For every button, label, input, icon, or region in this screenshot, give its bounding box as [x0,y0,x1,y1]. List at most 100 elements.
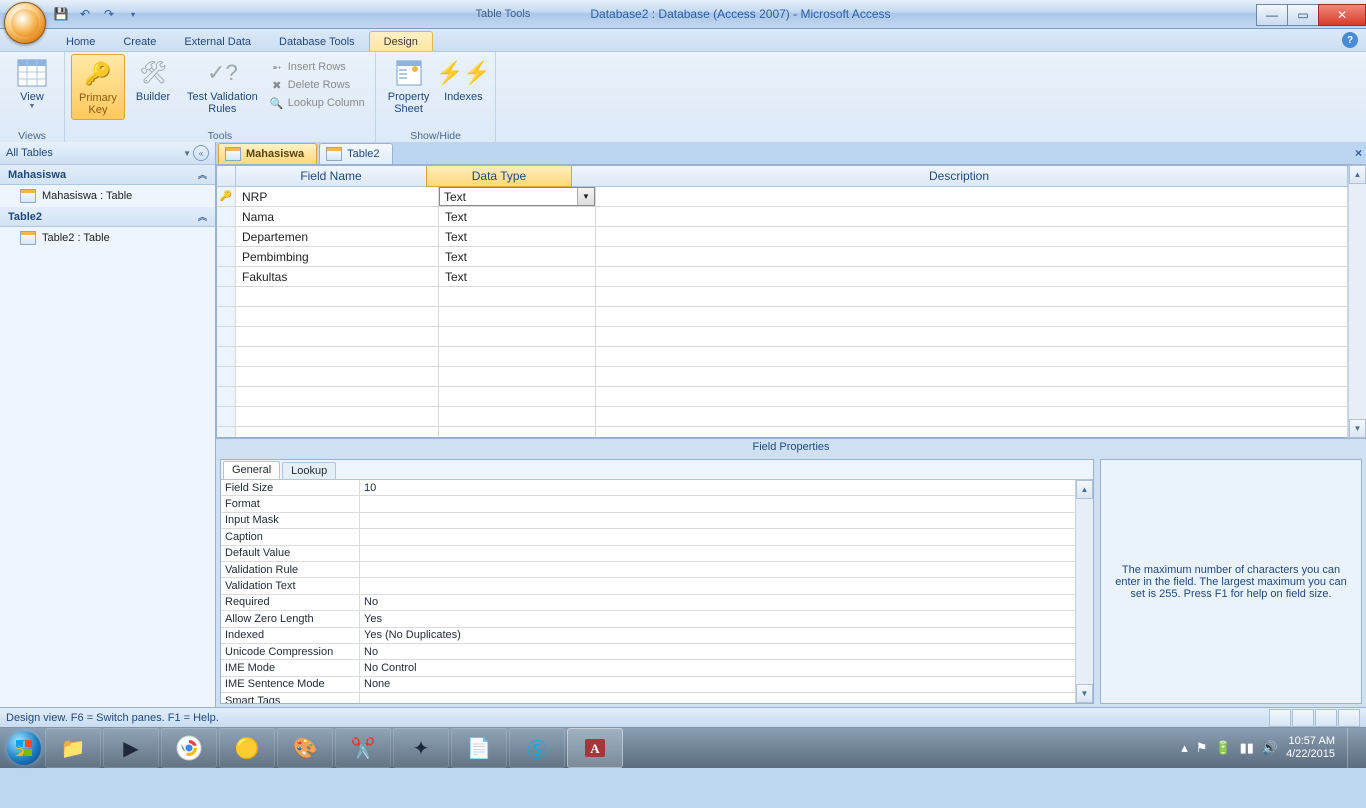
cell-description[interactable] [596,367,1348,386]
cell-data-type[interactable] [439,347,596,366]
row-selector[interactable] [217,287,236,306]
start-button[interactable] [4,728,44,768]
fp-value[interactable] [360,578,1075,593]
nav-item[interactable]: Mahasiswa : Table [0,185,215,207]
fp-row[interactable]: Validation Text [221,578,1075,594]
test-validation-button[interactable]: ✓? Test Validation Rules [181,54,264,118]
grid-row[interactable] [217,307,1348,327]
taskbar-wmp[interactable]: ▶ [103,728,159,768]
col-data-type[interactable]: Data Type [426,165,572,187]
nav-item[interactable]: Table2 : Table [0,227,215,249]
cell-description[interactable] [596,227,1348,246]
delete-rows-button[interactable]: ✖Delete Rows [266,76,369,94]
row-selector[interactable] [217,267,236,286]
fp-value[interactable] [360,529,1075,544]
fp-row[interactable]: Format [221,496,1075,512]
builder-button[interactable]: 🛠 Builder [127,54,179,106]
cell-field-name[interactable] [236,327,439,346]
row-selector[interactable] [217,207,236,226]
view-design-button[interactable] [1338,709,1360,727]
grid-row[interactable] [217,367,1348,387]
taskbar-snip[interactable]: ✂️ [335,728,391,768]
tab-database-tools[interactable]: Database Tools [265,32,369,51]
fp-row[interactable]: IME Sentence ModeNone [221,677,1075,693]
tab-create[interactable]: Create [109,32,170,51]
nav-group[interactable]: Mahasiswa︽ [0,165,215,185]
grid-body[interactable]: 🔑NRPText▼NamaTextDepartemenTextPembimbin… [217,187,1348,437]
grid-row[interactable]: PembimbingText [217,247,1348,267]
close-button[interactable]: ✕ [1318,4,1366,26]
undo-icon[interactable]: ↶ [76,5,94,23]
taskbar-access[interactable]: A [567,728,623,768]
cell-description[interactable] [596,427,1348,437]
grid-row[interactable] [217,427,1348,437]
scroll-up-icon[interactable]: ▲ [1076,480,1093,499]
cell-description[interactable] [596,207,1348,226]
cell-description[interactable] [596,387,1348,406]
cell-description[interactable] [596,247,1348,266]
cell-field-name[interactable]: Pembimbing [236,247,439,266]
grid-row[interactable]: NamaText [217,207,1348,227]
fp-tab-general[interactable]: General [223,461,280,479]
fp-row[interactable]: Input Mask [221,513,1075,529]
fp-row[interactable]: Smart Tags [221,693,1075,703]
row-selector[interactable] [217,327,236,346]
grid-row[interactable] [217,287,1348,307]
battery-icon[interactable]: 🔋 [1215,740,1231,756]
primary-key-button[interactable]: 🔑 Primary Key [71,54,125,120]
fp-value[interactable] [360,693,1075,703]
cell-field-name[interactable] [236,367,439,386]
cell-field-name[interactable] [236,427,439,437]
nav-group[interactable]: Table2︽ [0,207,215,227]
cell-description[interactable] [596,347,1348,366]
cell-field-name[interactable]: Fakultas [236,267,439,286]
scroll-track[interactable] [1349,184,1366,419]
taskbar-chrome[interactable] [161,728,217,768]
view-pivot-button[interactable] [1292,709,1314,727]
cell-description[interactable] [596,287,1348,306]
cell-data-type[interactable] [439,327,596,346]
fp-value[interactable]: Yes (No Duplicates) [360,628,1075,643]
insert-rows-button[interactable]: ➵Insert Rows [266,58,369,76]
fp-value[interactable]: No [360,595,1075,610]
cell-data-type[interactable]: Text [439,207,596,226]
grid-row[interactable] [217,327,1348,347]
cell-data-type[interactable] [439,427,596,437]
row-selector[interactable] [217,307,236,326]
cell-data-type[interactable] [439,307,596,326]
vertical-scrollbar[interactable]: ▲ ▼ [1348,165,1366,438]
cell-field-name[interactable] [236,287,439,306]
fp-value[interactable]: Yes [360,611,1075,626]
fp-row[interactable]: IndexedYes (No Duplicates) [221,628,1075,644]
qat-dropdown-icon[interactable]: ▾ [124,5,142,23]
fp-row[interactable]: Validation Rule [221,562,1075,578]
cell-description[interactable] [596,187,1348,206]
maximize-button[interactable]: ▭ [1287,4,1319,26]
cell-data-type[interactable] [439,387,596,406]
cell-field-name[interactable]: NRP [236,187,439,206]
fp-tab-lookup[interactable]: Lookup [282,462,336,479]
cell-data-type[interactable] [439,407,596,426]
data-type-dropdown[interactable]: Text▼ [439,187,595,206]
fp-grid[interactable]: Field Size10FormatInput MaskCaptionDefau… [221,480,1075,703]
cell-field-name[interactable]: Nama [236,207,439,226]
view-chart-button[interactable] [1315,709,1337,727]
fp-value[interactable]: No Control [360,660,1075,675]
row-selector[interactable] [217,247,236,266]
row-selector[interactable] [217,347,236,366]
doc-tab-mahasiswa[interactable]: Mahasiswa [218,143,317,164]
fp-value[interactable]: No [360,644,1075,659]
grid-row[interactable]: DepartemenText [217,227,1348,247]
grid-row[interactable]: 🔑NRPText▼ [217,187,1348,207]
row-selector-header[interactable] [217,166,236,186]
tray-up-icon[interactable]: ▴ [1181,740,1188,756]
grid-row[interactable] [217,347,1348,367]
scroll-down-icon[interactable]: ▼ [1349,419,1366,438]
cell-data-type[interactable]: Text [439,247,596,266]
fp-row[interactable]: Caption [221,529,1075,545]
taskbar-app2[interactable]: 📄 [451,728,507,768]
view-datasheet-button[interactable] [1269,709,1291,727]
cell-data-type[interactable]: Text▼ [439,187,596,206]
fp-value[interactable] [360,496,1075,511]
lookup-column-button[interactable]: 🔍Lookup Column [266,94,369,112]
